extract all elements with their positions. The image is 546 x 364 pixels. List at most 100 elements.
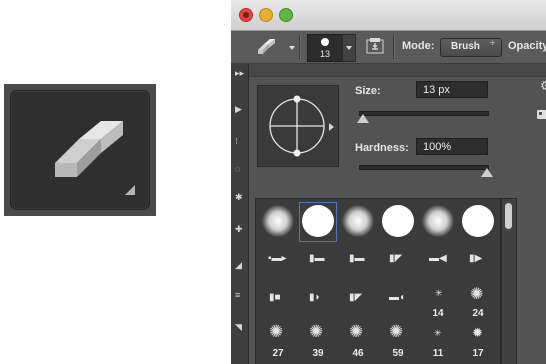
opacity-label: Opacity — [508, 40, 546, 52]
blunt-tip-icon: ▮◗ — [309, 292, 321, 303]
mode-select[interactable]: Brush ÷ — [440, 38, 502, 57]
hard-round-brush-icon — [302, 205, 334, 237]
brush-preset-scatter[interactable]: ✳ 14 — [420, 283, 456, 321]
eraser-tool-zoom — [4, 84, 156, 216]
fan-brush-icon: ▬◀ — [429, 253, 447, 264]
tool-preset-caret-icon[interactable] — [289, 46, 295, 50]
airbrush-tip-icon: ▬◖ — [389, 292, 406, 303]
mode-label: Mode: — [402, 40, 435, 52]
hardness-slider-thumb[interactable] — [481, 168, 493, 177]
pencil-tip-icon: ▪▬▸ — [268, 253, 287, 264]
tool-group-indicator-icon — [125, 185, 135, 195]
brush-preset-dropdown-button[interactable] — [342, 34, 356, 62]
zoom-window-button[interactable] — [279, 8, 293, 22]
panel-icon[interactable]: ◢ — [235, 260, 242, 271]
scatter-brush-icon: ✺ — [470, 286, 484, 303]
brush-preset-size: 46 — [352, 348, 364, 359]
brush-preset-tool[interactable]: ▮▬ — [340, 243, 376, 281]
hardness-input[interactable]: 100% — [416, 138, 488, 155]
brush-preset-size: 17 — [472, 348, 484, 359]
brush-preset-soft-round[interactable] — [260, 203, 296, 241]
scatter-brush-icon: ✺ — [309, 322, 324, 341]
select-arrows-icon: ÷ — [490, 38, 495, 48]
brush-preset-picker[interactable]: 13 — [307, 34, 343, 62]
round-brush-tip-icon: ▮▶ — [469, 253, 483, 264]
brush-preset-tool[interactable]: ▬◀ — [420, 243, 456, 281]
panel-icon[interactable]: ✚ — [235, 224, 243, 235]
brush-preset-scatter[interactable]: ✳ 11 — [420, 323, 456, 361]
brush-preset-scatter[interactable]: ✺ 46 — [340, 322, 376, 361]
brush-presets-grid: ▪▬▸ ▮▬ ▮▬ ▮◤ ▬◀ ▮▶ ▮■ ▮◗ ▮◤ ▬◖ ✳ 14 ✺ 24… — [255, 198, 501, 364]
scrollbar-thumb[interactable] — [505, 203, 512, 229]
minimize-window-button[interactable] — [259, 8, 273, 22]
brush-preset-tool[interactable]: ▮◤ — [340, 283, 376, 321]
soft-round-brush-icon — [262, 205, 294, 237]
square-tip-icon: ▮■ — [269, 292, 281, 303]
brush-preset-tool[interactable]: ▬◖ — [380, 283, 416, 321]
scatter-brush-icon: ✺ — [389, 322, 404, 341]
collapsed-panel-strip: ▸▸ ▶ ⁝ ◌ ✱ ✚ ◢ ≡ ◥ — [231, 64, 249, 364]
brush-preset-tool[interactable]: ▮■ — [260, 283, 296, 321]
scatter-brush-icon: ✺ — [349, 322, 364, 341]
panel-icon[interactable]: ▶ — [235, 104, 242, 115]
brush-preset-tool[interactable]: ▮▬ — [300, 243, 336, 281]
close-window-button[interactable] — [239, 8, 253, 22]
brush-preset-scatter[interactable]: ✹ 17 — [460, 323, 496, 361]
brush-preset-size: 11 — [432, 348, 444, 359]
panel-icon[interactable]: ✱ — [235, 192, 243, 203]
panel-icon[interactable]: ◌ — [235, 164, 240, 174]
scatter-brush-icon: ✳ — [434, 328, 442, 338]
brush-preset-hard-round-selected[interactable] — [299, 202, 337, 242]
eraser-tool-button-enlarged — [10, 90, 150, 210]
brush-preset-panel: Size: 13 px Hardness: 100% ⚙ ▪▬▸ ▮▬ ▮▬ ▮… — [249, 64, 546, 364]
panel-icon[interactable]: ⁝ — [235, 136, 238, 147]
expand-icon[interactable]: ▸▸ — [235, 68, 244, 79]
brush-tip-icon — [321, 38, 329, 46]
angled-tip-icon: ▮◤ — [349, 292, 363, 303]
brush-preset-scatter[interactable]: ✺ 59 — [380, 322, 416, 361]
brush-preset-size: 14 — [432, 308, 444, 319]
brush-preset-tool[interactable]: ▪▬▸ — [260, 243, 296, 281]
panel-header — [249, 64, 546, 77]
chevron-down-icon — [346, 46, 352, 50]
flat-brush-icon: ▮◤ — [389, 253, 403, 264]
panel-icon[interactable]: ≡ — [235, 290, 240, 300]
brush-angle-preview[interactable] — [257, 85, 339, 167]
gear-icon[interactable]: ⚙ — [540, 78, 546, 94]
rotate-arrow-icon — [329, 123, 334, 131]
panel-icon[interactable]: ◥ — [235, 322, 242, 333]
brush-preset-size: 39 — [312, 348, 324, 359]
brush-preset-soft-round[interactable] — [420, 203, 456, 241]
brush-preset-scatter[interactable]: ✺ 24 — [460, 283, 496, 321]
brush-size-readout: 13 — [319, 49, 330, 59]
brush-preset-tool[interactable]: ▮▶ — [460, 243, 496, 281]
divider — [393, 35, 395, 59]
brush-preset-scatter[interactable]: ✺ 39 — [300, 322, 336, 361]
size-slider-thumb[interactable] — [356, 114, 369, 123]
size-label: Size: — [355, 85, 381, 97]
new-preset-icon[interactable] — [537, 110, 546, 119]
marker-tip-icon: ▮▬ — [309, 253, 325, 264]
brush-preset-soft-round[interactable] — [340, 203, 376, 241]
presets-scrollbar[interactable] — [501, 198, 517, 364]
brush-panel-icon[interactable] — [366, 37, 384, 55]
hard-round-brush-icon — [382, 205, 414, 237]
size-input[interactable]: 13 px — [416, 81, 488, 98]
size-slider-track[interactable] — [359, 111, 489, 116]
tool-options-bar: 13 Mode: Brush ÷ Opacity — [231, 31, 546, 64]
brush-tip-crosshair-icon — [269, 95, 325, 157]
soft-round-brush-icon — [422, 205, 454, 237]
brush-preset-scatter[interactable]: ✺ 27 — [260, 322, 296, 361]
mode-select-value: Brush — [451, 41, 480, 52]
hardness-slider-track[interactable] — [359, 165, 489, 170]
eraser-tool-icon[interactable] — [257, 39, 277, 55]
soft-round-brush-icon — [342, 205, 374, 237]
scatter-brush-icon: ✹ — [472, 325, 483, 340]
brush-preset-size: 27 — [272, 348, 284, 359]
eraser-icon — [55, 121, 123, 177]
brush-preset-hard-round[interactable] — [380, 203, 416, 241]
brush-preset-hard-round[interactable] — [460, 203, 496, 241]
brush-preset-tool[interactable]: ▮◗ — [300, 283, 336, 321]
brush-preset-tool[interactable]: ▮◤ — [380, 243, 416, 281]
hardness-label: Hardness: — [355, 142, 409, 154]
